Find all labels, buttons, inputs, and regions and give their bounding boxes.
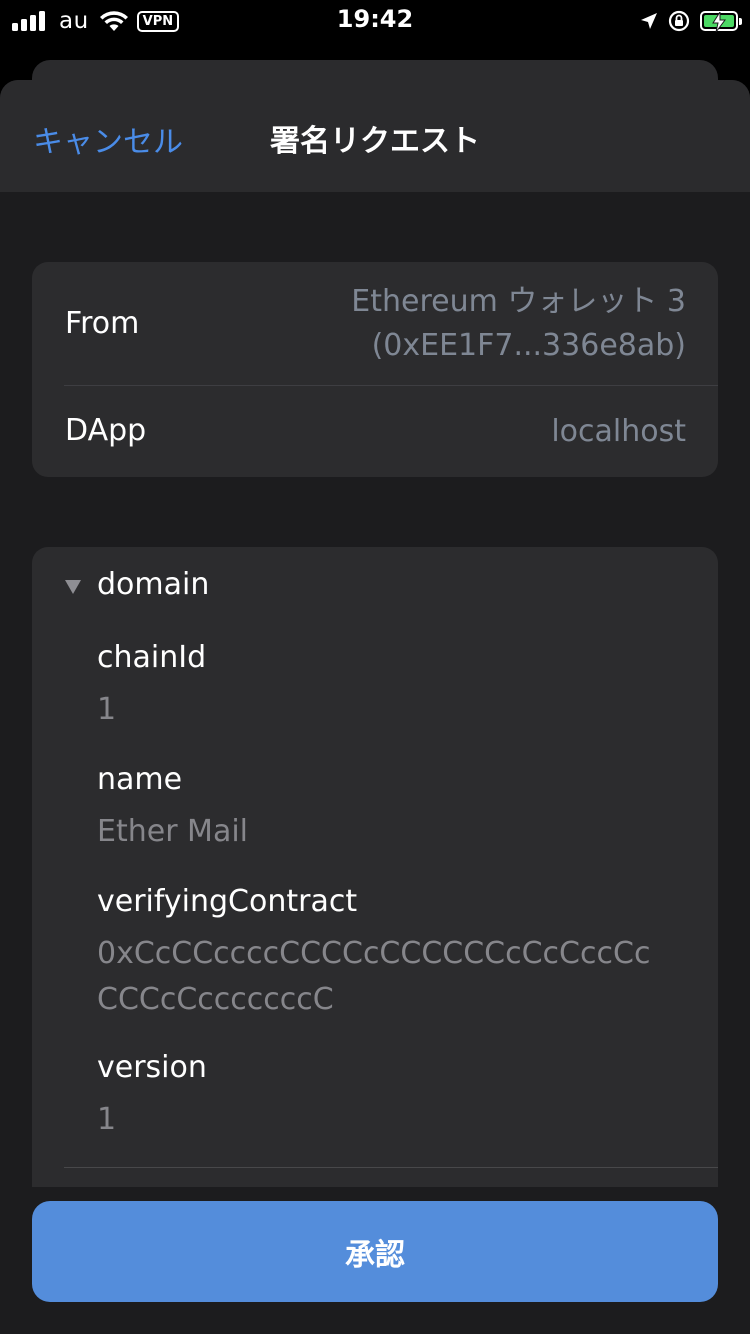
field-value-version: 1 xyxy=(97,1102,117,1137)
card-divider xyxy=(64,1167,718,1168)
orientation-lock-icon xyxy=(668,10,690,32)
from-wallet-address: (0xEE1F7...336e8ab) xyxy=(371,328,686,363)
disclosure-triangle-icon[interactable] xyxy=(65,580,81,594)
approve-button[interactable]: 承認 xyxy=(32,1201,718,1302)
status-bar: au VPN 19:42 xyxy=(0,0,750,42)
row-divider xyxy=(64,385,718,386)
field-key-chainid: chainId xyxy=(97,640,207,675)
request-info-card: From Ethereum ウォレット 3 (0xEE1F7...336e8ab… xyxy=(32,262,718,477)
nav-bar: キャンセル 署名リクエスト xyxy=(0,80,750,192)
location-icon xyxy=(641,13,657,29)
from-wallet-name: Ethereum ウォレット 3 xyxy=(351,284,686,319)
field-value-chainid: 1 xyxy=(97,692,117,727)
domain-section-label[interactable]: domain xyxy=(97,567,209,602)
field-value-verifying-contract: 0xCcCCccccCCCCcCCCCCCcCcCccCcCCCcCcccccc… xyxy=(97,936,651,1017)
field-key-version: version xyxy=(97,1050,207,1085)
signature-request-sheet: キャンセル 署名リクエスト From Ethereum ウォレット 3 (0xE… xyxy=(0,80,750,1334)
clock: 19:42 xyxy=(336,5,414,33)
field-value-name: Ether Mail xyxy=(97,814,248,849)
field-key-verifying-contract: verifyingContract xyxy=(97,884,358,919)
field-key-name: name xyxy=(97,762,183,797)
page-title: 署名リクエスト xyxy=(270,124,480,159)
typed-data-card: domain chainId 1 name Ether Mail verifyi… xyxy=(32,547,718,1187)
from-value: Ethereum ウォレット 3 (0xEE1F7...336e8ab) xyxy=(351,280,686,368)
dapp-label: DApp xyxy=(65,413,147,448)
battery-charging-icon xyxy=(700,11,742,32)
dapp-value: localhost xyxy=(551,414,686,449)
from-label: From xyxy=(65,306,140,341)
